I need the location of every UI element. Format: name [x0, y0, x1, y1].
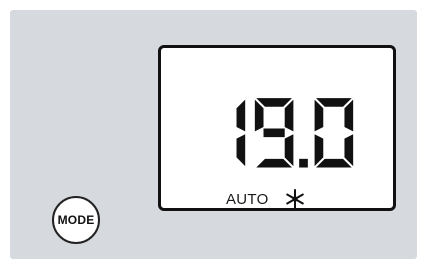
lcd-segment [236, 99, 246, 132]
mode-button-label: MODE [57, 213, 95, 227]
lcd-segment [263, 128, 285, 138]
lcd-segment [256, 158, 292, 168]
lcd-segment [284, 99, 294, 132]
decimal-point [299, 158, 308, 168]
lcd-segment [344, 134, 354, 167]
lcd-segment [254, 99, 264, 132]
lcd-segment [256, 98, 292, 107]
mode-button[interactable]: MODE [52, 196, 100, 244]
lcd-segment [314, 134, 324, 167]
lcd-segment [284, 134, 294, 167]
mode-indicator-text: AUTO [226, 191, 269, 208]
temperature-readout [236, 98, 354, 168]
thermostat-panel: AUTO MODE [10, 10, 417, 259]
lcd-screen: AUTO [158, 45, 396, 211]
lcd-segment [236, 134, 246, 167]
lcd-segment [344, 99, 354, 132]
lcd-segment [316, 158, 352, 168]
lcd-segment [314, 99, 324, 132]
lcd-segment [316, 98, 352, 107]
snowflake-icon [286, 189, 304, 209]
